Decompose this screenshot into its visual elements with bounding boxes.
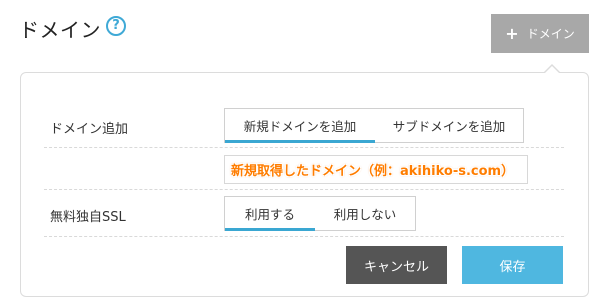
free-ssl-label: 無料独自SSL [50, 210, 126, 225]
divider [44, 189, 564, 190]
divider [44, 236, 564, 237]
save-button[interactable]: 保存 [462, 246, 563, 284]
cancel-button[interactable]: キャンセル [346, 246, 447, 284]
tab-ssl-on[interactable]: 利用する [225, 197, 315, 231]
add-domain-label: ドメイン追加 [50, 122, 129, 137]
add-domain-button-label: ドメイン [526, 27, 575, 41]
divider [44, 147, 564, 148]
popover-pointer-fill [545, 66, 559, 73]
tab-subdomain[interactable]: サブドメインを追加 [375, 109, 523, 142]
question-circle-icon[interactable]: ? [106, 16, 126, 36]
tab-new-domain[interactable]: 新規ドメインを追加 [225, 109, 375, 143]
plus-icon: + [505, 23, 519, 43]
page-title: ドメイン [19, 18, 101, 42]
free-ssl-tabs: 利用する 利用しない [224, 196, 416, 231]
add-domain-button[interactable]: + ドメイン [491, 14, 589, 53]
tab-ssl-off[interactable]: 利用しない [315, 197, 415, 230]
domain-input[interactable]: 新規取得したドメイン（例：akihiko-s.com） [224, 155, 528, 184]
add-domain-tabs: 新規ドメインを追加 サブドメインを追加 [224, 108, 524, 143]
